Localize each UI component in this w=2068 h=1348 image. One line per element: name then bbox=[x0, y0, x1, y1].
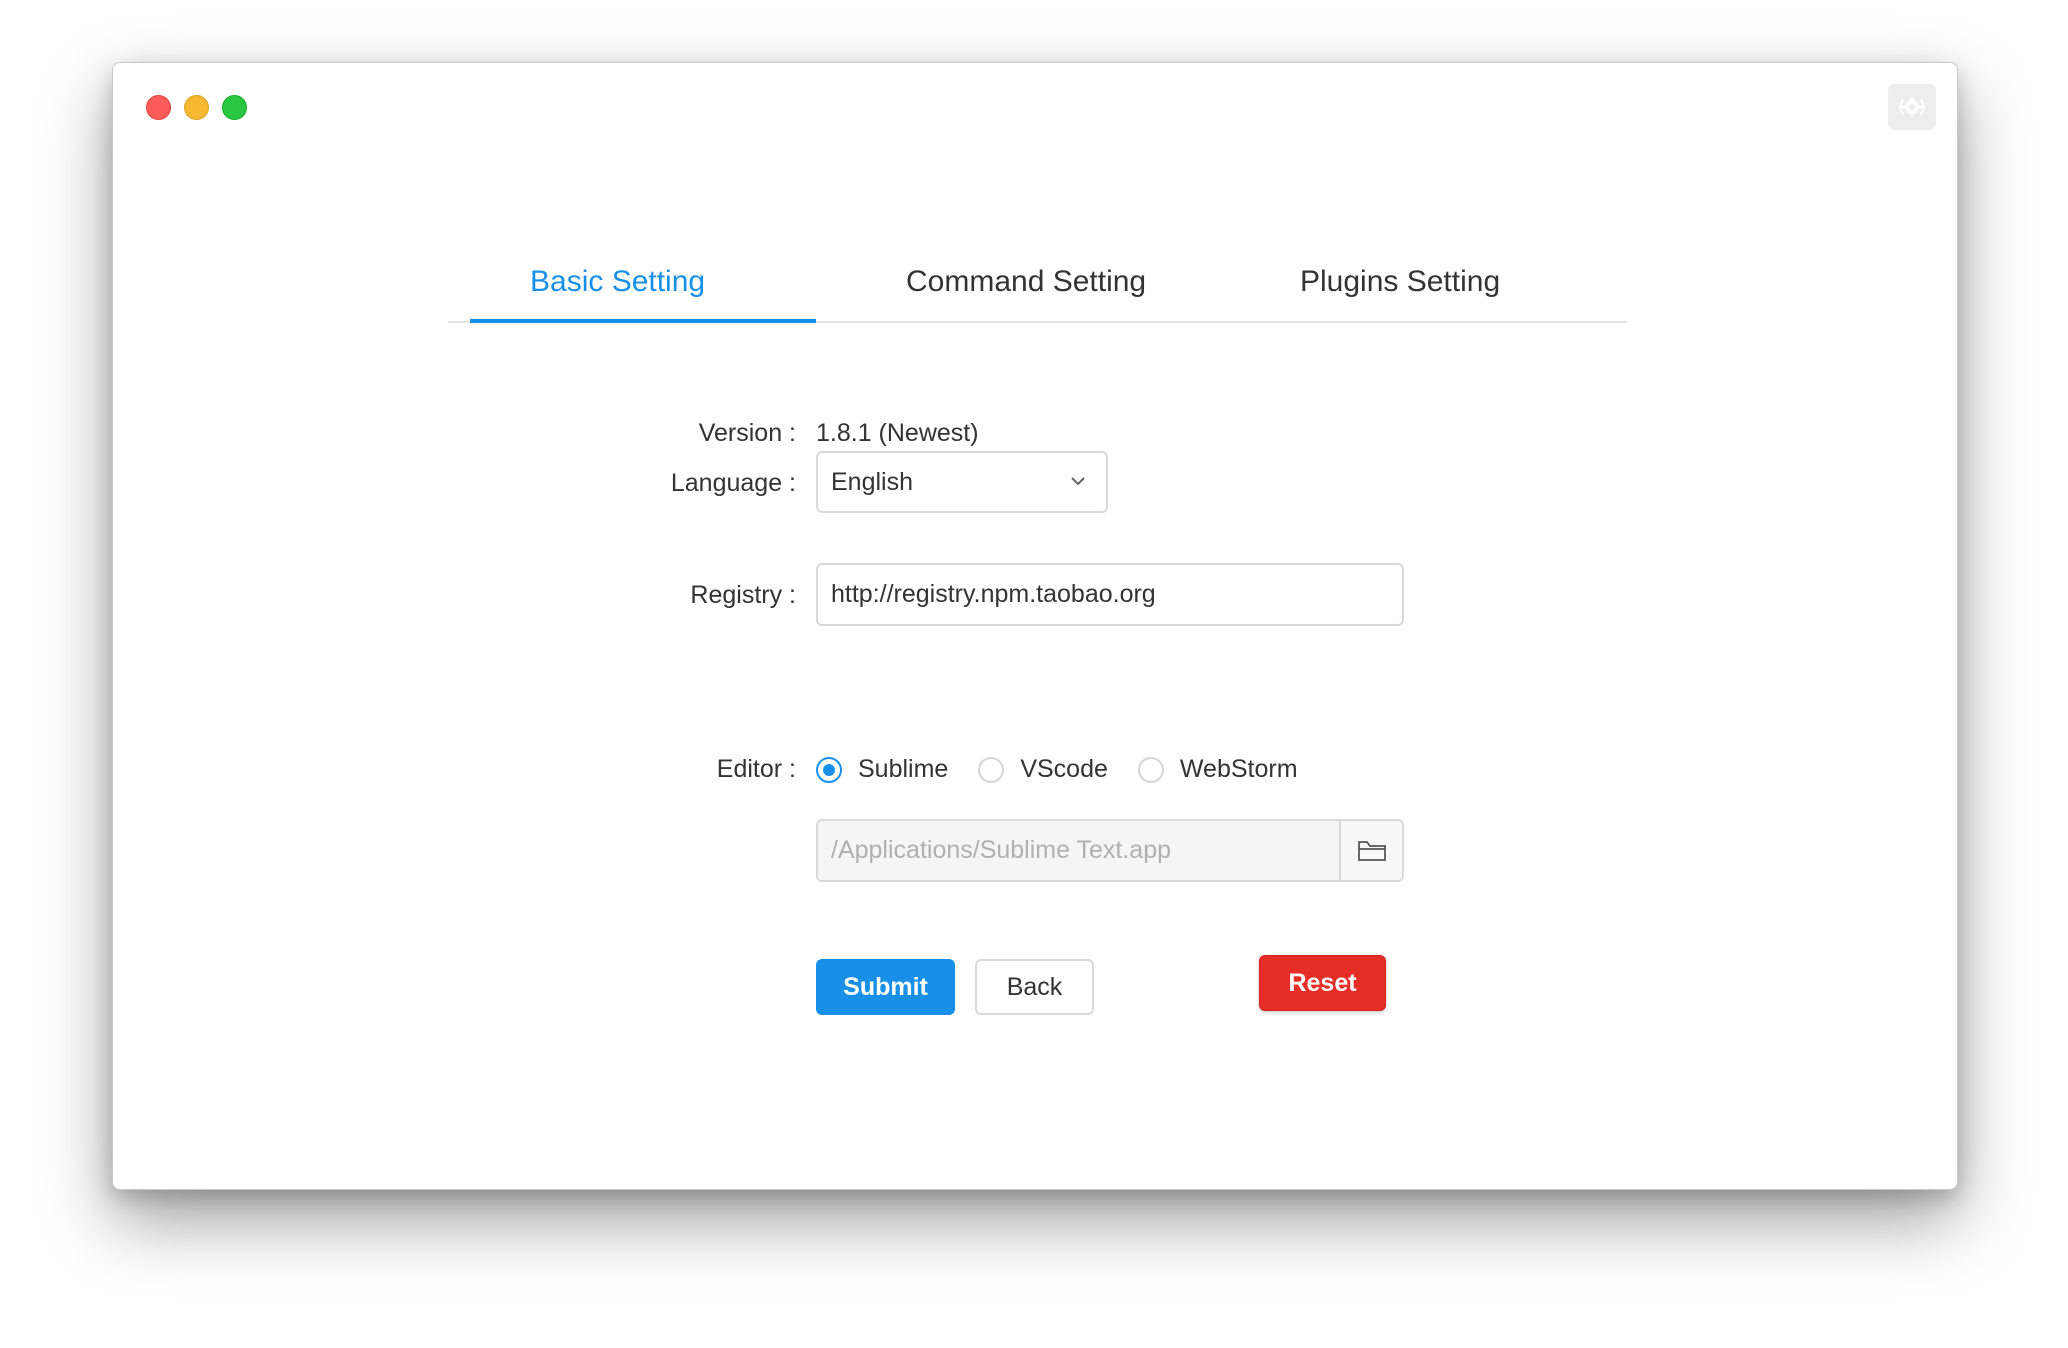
editor-option-label: VScode bbox=[1020, 755, 1108, 783]
gear-icon bbox=[1898, 97, 1926, 117]
language-select[interactable]: English bbox=[816, 451, 1108, 513]
tab-plugins-setting[interactable]: Plugins Setting bbox=[1300, 265, 1500, 299]
chevron-down-icon bbox=[1071, 477, 1085, 486]
editor-path-input: /Applications/Sublime Text.app bbox=[818, 821, 1341, 880]
language-selected-value: English bbox=[831, 467, 913, 496]
back-button[interactable]: Back bbox=[975, 959, 1094, 1015]
registry-input[interactable] bbox=[816, 563, 1404, 626]
editor-option-label: WebStorm bbox=[1179, 755, 1298, 783]
settings-toggle-button[interactable] bbox=[1888, 84, 1936, 130]
editor-option-label: Sublime bbox=[858, 755, 949, 783]
version-value: 1.8.1 (Newest) bbox=[816, 419, 979, 447]
editor-radio-group: Sublime VScode WebStorm bbox=[816, 755, 1328, 784]
maximize-window-button[interactable] bbox=[222, 95, 247, 120]
version-label: Version : bbox=[698, 419, 796, 447]
editor-option-sublime[interactable]: Sublime bbox=[816, 755, 948, 784]
active-tab-indicator bbox=[470, 319, 816, 323]
close-window-button[interactable] bbox=[146, 95, 171, 120]
radio-indicator bbox=[1137, 756, 1164, 783]
tab-basic-setting[interactable]: Basic Setting bbox=[530, 265, 705, 299]
radio-indicator bbox=[978, 756, 1005, 783]
tab-command-setting[interactable]: Command Setting bbox=[906, 265, 1146, 299]
browse-folder-button[interactable] bbox=[1341, 821, 1402, 880]
settings-tabs: Basic Setting Command Setting Plugins Se… bbox=[448, 193, 1627, 323]
registry-label: Registry : bbox=[690, 581, 796, 609]
editor-path-field: /Applications/Sublime Text.app bbox=[816, 819, 1404, 882]
radio-indicator bbox=[816, 756, 842, 783]
editor-option-webstorm[interactable]: WebStorm bbox=[1137, 755, 1298, 784]
settings-window: Basic Setting Command Setting Plugins Se… bbox=[112, 62, 1958, 1190]
window-controls bbox=[146, 95, 247, 120]
folder-icon bbox=[1357, 840, 1386, 861]
minimize-window-button[interactable] bbox=[184, 95, 209, 120]
reset-button[interactable]: Reset bbox=[1259, 955, 1386, 1011]
submit-button[interactable]: Submit bbox=[816, 959, 955, 1015]
language-label: Language : bbox=[670, 469, 796, 497]
editor-option-vscode[interactable]: VScode bbox=[978, 755, 1108, 784]
editor-label: Editor : bbox=[716, 755, 796, 783]
